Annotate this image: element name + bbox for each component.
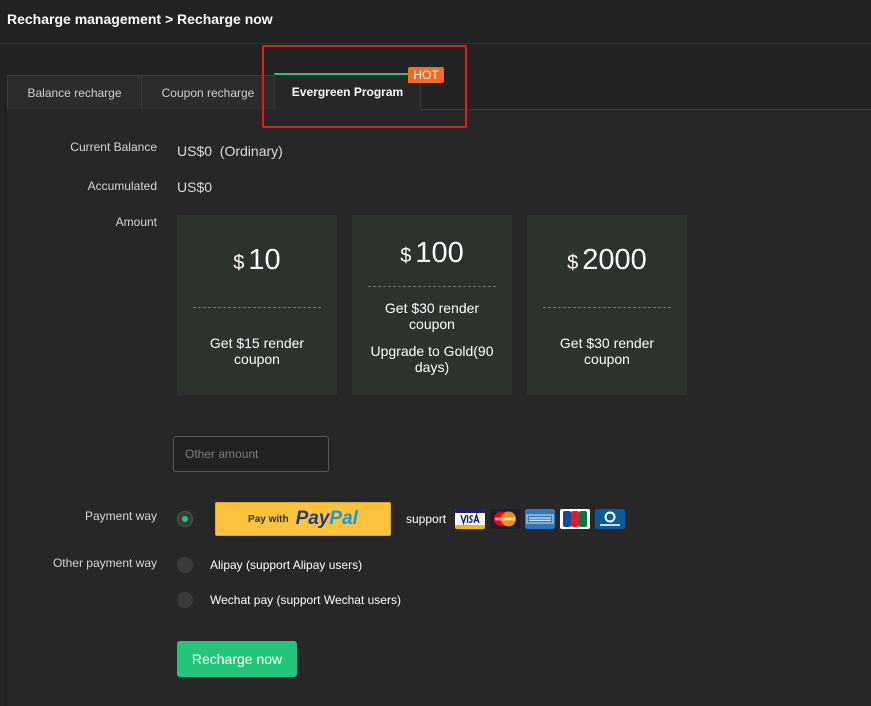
card-amount: 10 bbox=[248, 244, 281, 276]
alipay-radio[interactable] bbox=[177, 557, 193, 573]
card-amount: 2000 bbox=[582, 244, 647, 276]
current-balance-label: Current Balance bbox=[70, 140, 157, 154]
card-divider bbox=[368, 286, 496, 287]
paypal-prefix: Pay with bbox=[248, 513, 289, 525]
header-divider bbox=[0, 43, 871, 44]
card-price: $100 bbox=[352, 237, 512, 270]
card-price: $10 bbox=[177, 244, 337, 277]
currency-symbol: $ bbox=[400, 245, 412, 267]
visa-icon bbox=[455, 509, 485, 529]
currency-symbol: $ bbox=[233, 252, 245, 274]
recharge-now-button[interactable]: Recharge now bbox=[177, 641, 297, 677]
tab-balance-recharge[interactable]: Balance recharge bbox=[7, 75, 142, 109]
card-divider bbox=[543, 307, 671, 308]
wechat-option-label[interactable]: Wechat pay (support Wechat users) bbox=[210, 593, 401, 607]
alipay-option-label[interactable]: Alipay (support Alipay users) bbox=[210, 558, 362, 572]
payment-way-label: Payment way bbox=[84, 509, 157, 523]
accumulated-label: Accumulated bbox=[87, 179, 157, 193]
wechat-radio[interactable] bbox=[177, 592, 193, 608]
current-balance-value: US$0 (Ordinary) bbox=[177, 143, 283, 159]
card-amount: 100 bbox=[415, 237, 464, 269]
jcb-icon bbox=[560, 509, 590, 529]
paypal-logo-part1: Pay bbox=[295, 508, 330, 529]
card-price: $2000 bbox=[527, 244, 687, 277]
currency-symbol: $ bbox=[567, 252, 579, 274]
card-perk: Get $30 render coupon bbox=[384, 300, 480, 332]
tab-coupon-recharge[interactable]: Coupon recharge bbox=[141, 75, 275, 109]
paypal-radio[interactable] bbox=[177, 511, 193, 527]
card-perk: Get $30 render coupon bbox=[559, 335, 655, 367]
highlight-box bbox=[262, 45, 467, 128]
diners-club-icon bbox=[595, 509, 625, 529]
card-divider bbox=[193, 307, 321, 308]
mastercard-icon bbox=[490, 509, 520, 529]
paypal-logo: PayPal bbox=[296, 508, 358, 530]
breadcrumb: Recharge management > Recharge now bbox=[7, 11, 273, 27]
card-perk: Upgrade to Gold(90 days) bbox=[370, 343, 494, 375]
other-amount-input[interactable] bbox=[173, 436, 329, 472]
amex-icon bbox=[525, 509, 555, 529]
amount-card-10[interactable]: $10 Get $15 render coupon bbox=[177, 215, 337, 395]
content-panel bbox=[7, 109, 871, 706]
card-perk: Get $15 render coupon bbox=[209, 335, 305, 367]
tab-bar-baseline bbox=[420, 109, 871, 110]
amount-card-2000[interactable]: $2000 Get $30 render coupon bbox=[527, 215, 687, 395]
accumulated-value: US$0 bbox=[177, 179, 213, 195]
amount-label: Amount bbox=[115, 215, 157, 229]
other-payment-label: Other payment way bbox=[52, 556, 157, 570]
support-label: support bbox=[406, 512, 447, 526]
amount-card-100[interactable]: $100 Get $30 render coupon Upgrade to Go… bbox=[352, 215, 512, 395]
paypal-logo-part2: Pal bbox=[329, 508, 358, 529]
paypal-button[interactable]: Pay with PayPal bbox=[215, 502, 391, 536]
